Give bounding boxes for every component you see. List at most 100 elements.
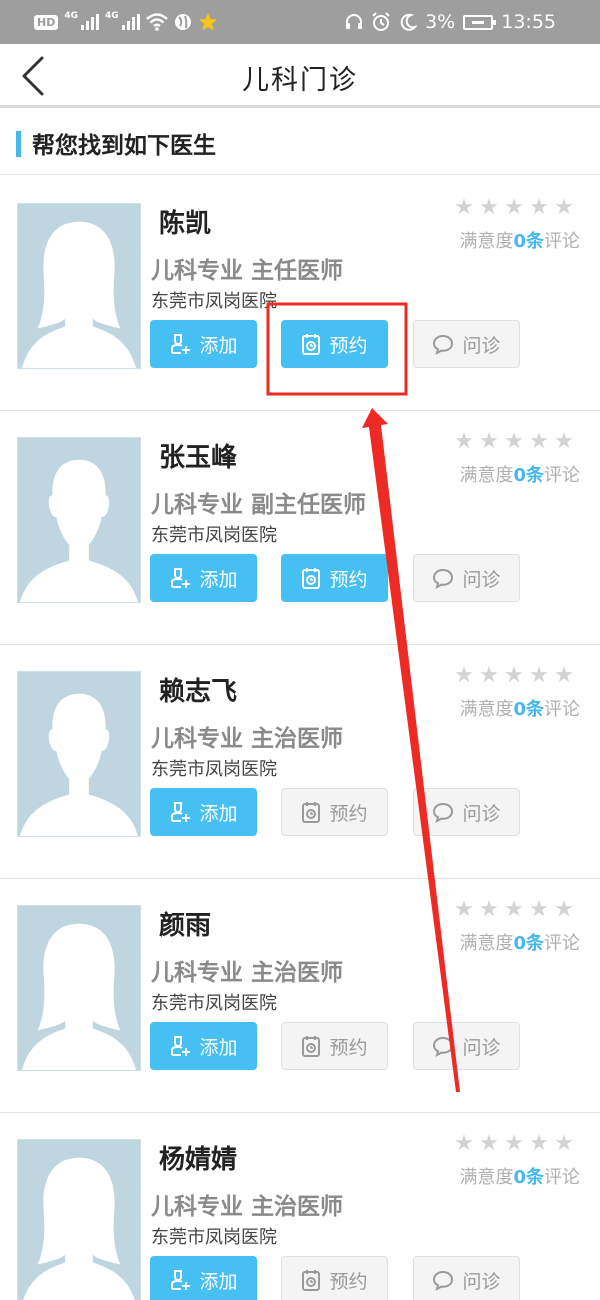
doctor-title: 儿科专业 主治医师: [151, 1194, 344, 1220]
clipboard-clock-icon: [302, 334, 321, 355]
consult-button-label: 问诊: [462, 1270, 501, 1293]
doctor-card[interactable]: 赖志飞 ★ ★ ★ ★ ★ 满意度0条评论 儿科专业 主治医师 东莞市凤岗医院 添加 预约 问诊: [0, 645, 600, 879]
book-button[interactable]: 预约: [281, 320, 388, 368]
add-button-label: 添加: [199, 1270, 238, 1293]
doctor-hospital: 东莞市凤岗医院: [151, 993, 277, 1014]
chat-bubble-icon: [433, 802, 454, 823]
add-contact-icon: [171, 1036, 191, 1056]
add-button[interactable]: 添加: [150, 788, 257, 836]
section-accent-bar: [16, 131, 21, 157]
doctor-card[interactable]: 颜雨 ★ ★ ★ ★ ★ 满意度0条评论 儿科专业 主治医师 东莞市凤岗医院 添加 预约 问诊: [0, 879, 600, 1113]
clock-time: 13:55: [501, 11, 556, 33]
book-button[interactable]: 预约: [281, 1256, 388, 1300]
doctor-name: 颜雨: [159, 911, 212, 941]
rating-star-icon: ★: [529, 663, 549, 688]
rating-star-icon: ★: [504, 897, 524, 922]
consult-button-label: 问诊: [462, 802, 501, 825]
satisfaction-suffix: 评论: [544, 1167, 580, 1188]
doctor-hospital: 东莞市凤岗医院: [151, 291, 277, 312]
doctor-name: 杨婧婧: [159, 1145, 238, 1175]
book-button-label: 预约: [329, 802, 368, 825]
consult-button-label: 问诊: [462, 568, 501, 591]
satisfaction-rating: 满意度0条评论: [459, 461, 580, 487]
doctor-name: 陈凯: [159, 209, 212, 239]
clipboard-clock-icon: [302, 1270, 321, 1291]
status-left: HD 4G 4G: [34, 10, 218, 34]
rating-stars: ★ ★ ★ ★ ★: [453, 665, 575, 687]
add-button[interactable]: 添加: [150, 554, 257, 602]
clipboard-clock-icon: [302, 1036, 321, 1057]
consult-button-label: 问诊: [462, 334, 501, 357]
satisfaction-rating: 满意度0条评论: [459, 227, 580, 253]
rating-star-icon: ★: [504, 195, 524, 220]
rating-star-icon: ★: [529, 195, 549, 220]
battery-icon: [463, 14, 497, 30]
consult-button[interactable]: 问诊: [413, 320, 520, 368]
chat-bubble-icon: [433, 568, 454, 589]
review-count: 0条: [513, 699, 544, 720]
avatar: [17, 203, 141, 369]
rating-star-icon: ★: [529, 897, 549, 922]
doctor-title: 儿科专业 主任医师: [151, 258, 344, 284]
wifi-icon: [145, 13, 168, 31]
book-button[interactable]: 预约: [281, 1022, 388, 1070]
network-label-2: 4G: [105, 11, 119, 21]
consult-button-label: 问诊: [462, 1036, 501, 1059]
chat-bubble-icon: [433, 1036, 454, 1057]
add-contact-icon: [171, 568, 191, 588]
rating-stars: ★ ★ ★ ★ ★: [453, 899, 575, 921]
avatar: [17, 671, 141, 837]
add-button[interactable]: 添加: [150, 1256, 257, 1300]
network-label-1: 4G: [64, 11, 78, 21]
doctor-list: 陈凯 ★ ★ ★ ★ ★ 满意度0条评论 儿科专业 主任医师 东莞市凤岗医院 添加 预约 问诊 张玉峰 ★…: [0, 177, 600, 1300]
rating-star-icon: ★: [529, 429, 549, 454]
rating-star-icon: ★: [529, 1131, 549, 1156]
doctor-card[interactable]: 陈凯 ★ ★ ★ ★ ★ 满意度0条评论儿科专业 主任医师东莞市凤岗医院添加 预约 问诊: [0, 177, 600, 411]
avatar: [17, 437, 141, 603]
doctor-title: 儿科专业 副主任医师: [151, 492, 367, 518]
satisfaction-suffix: 评论: [544, 699, 580, 720]
section-title: 帮您找到如下医生: [32, 133, 216, 159]
consult-button[interactable]: 问诊: [413, 788, 520, 836]
doctor-card[interactable]: 杨婧婧 ★ ★ ★ ★ ★ 满意度0条评论 儿科专业 主治医师 东莞市凤岗医院 添加 预约 问诊: [0, 1113, 600, 1300]
doctor-title: 儿科专业 主治医师: [151, 960, 344, 986]
book-button[interactable]: 预约: [281, 554, 388, 602]
consult-button[interactable]: 问诊: [413, 554, 520, 602]
book-button-label: 预约: [329, 1036, 368, 1059]
rating-star-icon: ★: [454, 663, 474, 688]
consult-button[interactable]: 问诊: [413, 1022, 520, 1070]
avatar: [17, 905, 141, 1071]
add-button[interactable]: 添加: [150, 320, 257, 368]
rating-star-icon: ★: [454, 429, 474, 454]
book-button-label: 预约: [329, 568, 368, 591]
alarm-icon: [372, 12, 390, 31]
doctor-card[interactable]: 张玉峰 ★ ★ ★ ★ ★ 满意度0条评论 儿科专业 副主任医师 东莞市凤岗医院 添加 预约 问诊: [0, 411, 600, 645]
consult-button[interactable]: 问诊: [413, 1256, 520, 1300]
rating-star-icon: ★: [504, 1131, 524, 1156]
hd-badge: HD: [34, 14, 59, 30]
satisfaction-prefix: 满意度: [459, 465, 514, 486]
review-count: 0条: [513, 933, 544, 954]
add-contact-icon: [171, 802, 191, 822]
rating-stars: ★ ★ ★ ★ ★: [453, 197, 575, 219]
section-header: 帮您找到如下医生: [0, 111, 600, 175]
star-badge-icon: [198, 13, 217, 31]
satisfaction-prefix: 满意度: [459, 699, 514, 720]
rating-star-icon: ★: [504, 663, 524, 688]
add-button-label: 添加: [199, 568, 238, 591]
clipboard-clock-icon: [302, 802, 321, 823]
moon-icon: [400, 13, 418, 31]
status-bar: HD 4G 4G 3% 13:55: [0, 0, 600, 44]
review-count: 0条: [513, 465, 544, 486]
headset-icon: [346, 14, 363, 29]
satisfaction-suffix: 评论: [544, 231, 580, 252]
satisfaction-rating: 满意度0条评论: [459, 1163, 580, 1189]
rating-star-icon: ★: [554, 663, 574, 688]
status-right: 3% 13:55: [345, 10, 556, 34]
book-button[interactable]: 预约: [281, 788, 388, 836]
clipboard-clock-icon: [302, 568, 321, 589]
signal-icon: [121, 14, 140, 30]
rating-star-icon: ★: [554, 195, 574, 220]
add-button[interactable]: 添加: [150, 1022, 257, 1070]
doctor-title: 儿科专业 主治医师: [151, 726, 344, 752]
